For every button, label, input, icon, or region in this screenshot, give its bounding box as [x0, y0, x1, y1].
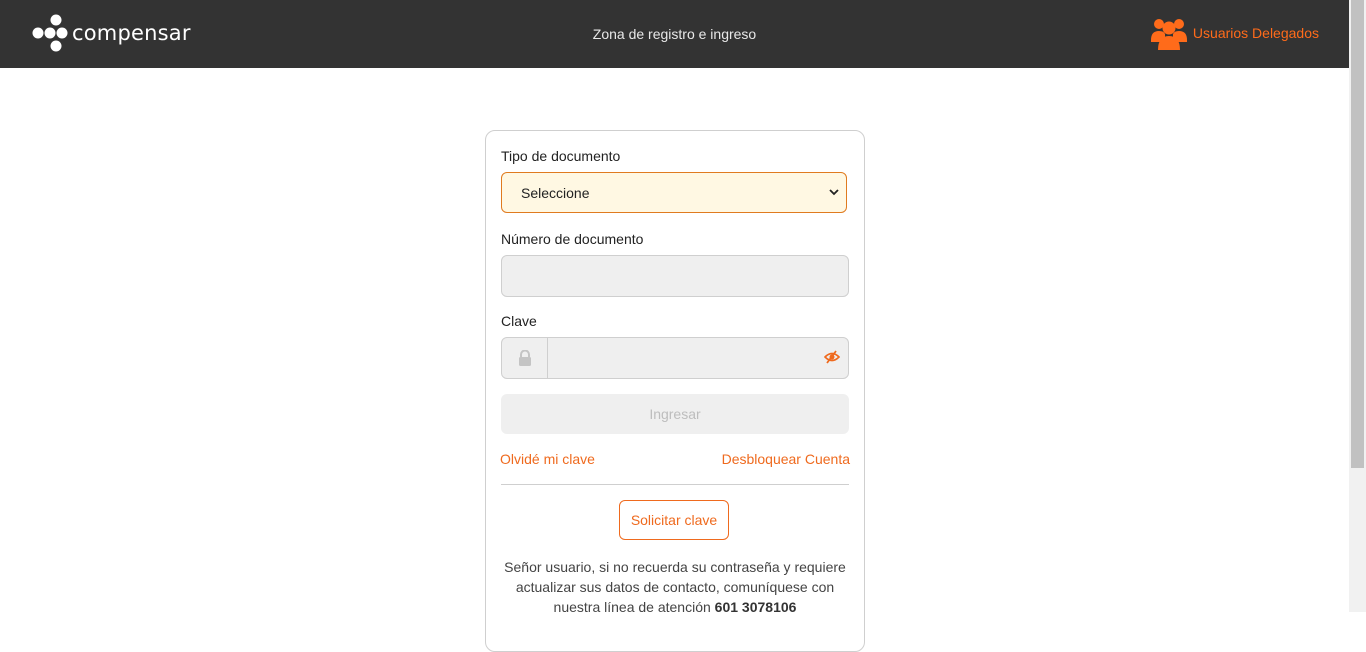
usuarios-delegados-label: Usuarios Delegados [1192, 25, 1319, 41]
numero-documento-input[interactable] [501, 255, 849, 297]
login-card: Tipo de documento Seleccione Número de d… [485, 130, 865, 652]
users-group-icon [1150, 19, 1187, 50]
usuarios-delegados-link[interactable]: Usuarios Delegados [1150, 16, 1319, 50]
top-header: compensar Zona de registro e ingreso Usu… [0, 0, 1349, 68]
divider [501, 484, 849, 485]
numero-documento-label: Número de documento [501, 231, 644, 247]
clave-input-group [501, 337, 849, 379]
olvide-clave-link[interactable]: Olvidé mi clave [500, 451, 595, 467]
solicitar-clave-button[interactable]: Solicitar clave [619, 500, 729, 540]
ingresar-button[interactable]: Ingresar [501, 394, 849, 434]
desbloquear-cuenta-link[interactable]: Desbloquear Cuenta [722, 451, 850, 467]
clave-input[interactable] [548, 338, 848, 378]
clave-label: Clave [501, 313, 537, 329]
tipo-documento-label: Tipo de documento [501, 148, 621, 164]
page-title: Zona de registro e ingreso [592, 26, 757, 42]
scrollbar-thumb[interactable] [1351, 0, 1364, 468]
help-info-text: Señor usuario, si no recuerda su contras… [501, 557, 849, 617]
help-phone-number: 601 3078106 [714, 599, 797, 615]
chevron-down-icon [829, 189, 839, 196]
tipo-documento-select[interactable]: Seleccione [501, 172, 847, 213]
lock-icon-box [502, 338, 548, 378]
lock-icon [518, 350, 531, 366]
tipo-documento-value: Seleccione [521, 184, 590, 201]
page-scrollbar[interactable] [1349, 0, 1366, 612]
eye-slash-icon[interactable] [824, 349, 840, 365]
